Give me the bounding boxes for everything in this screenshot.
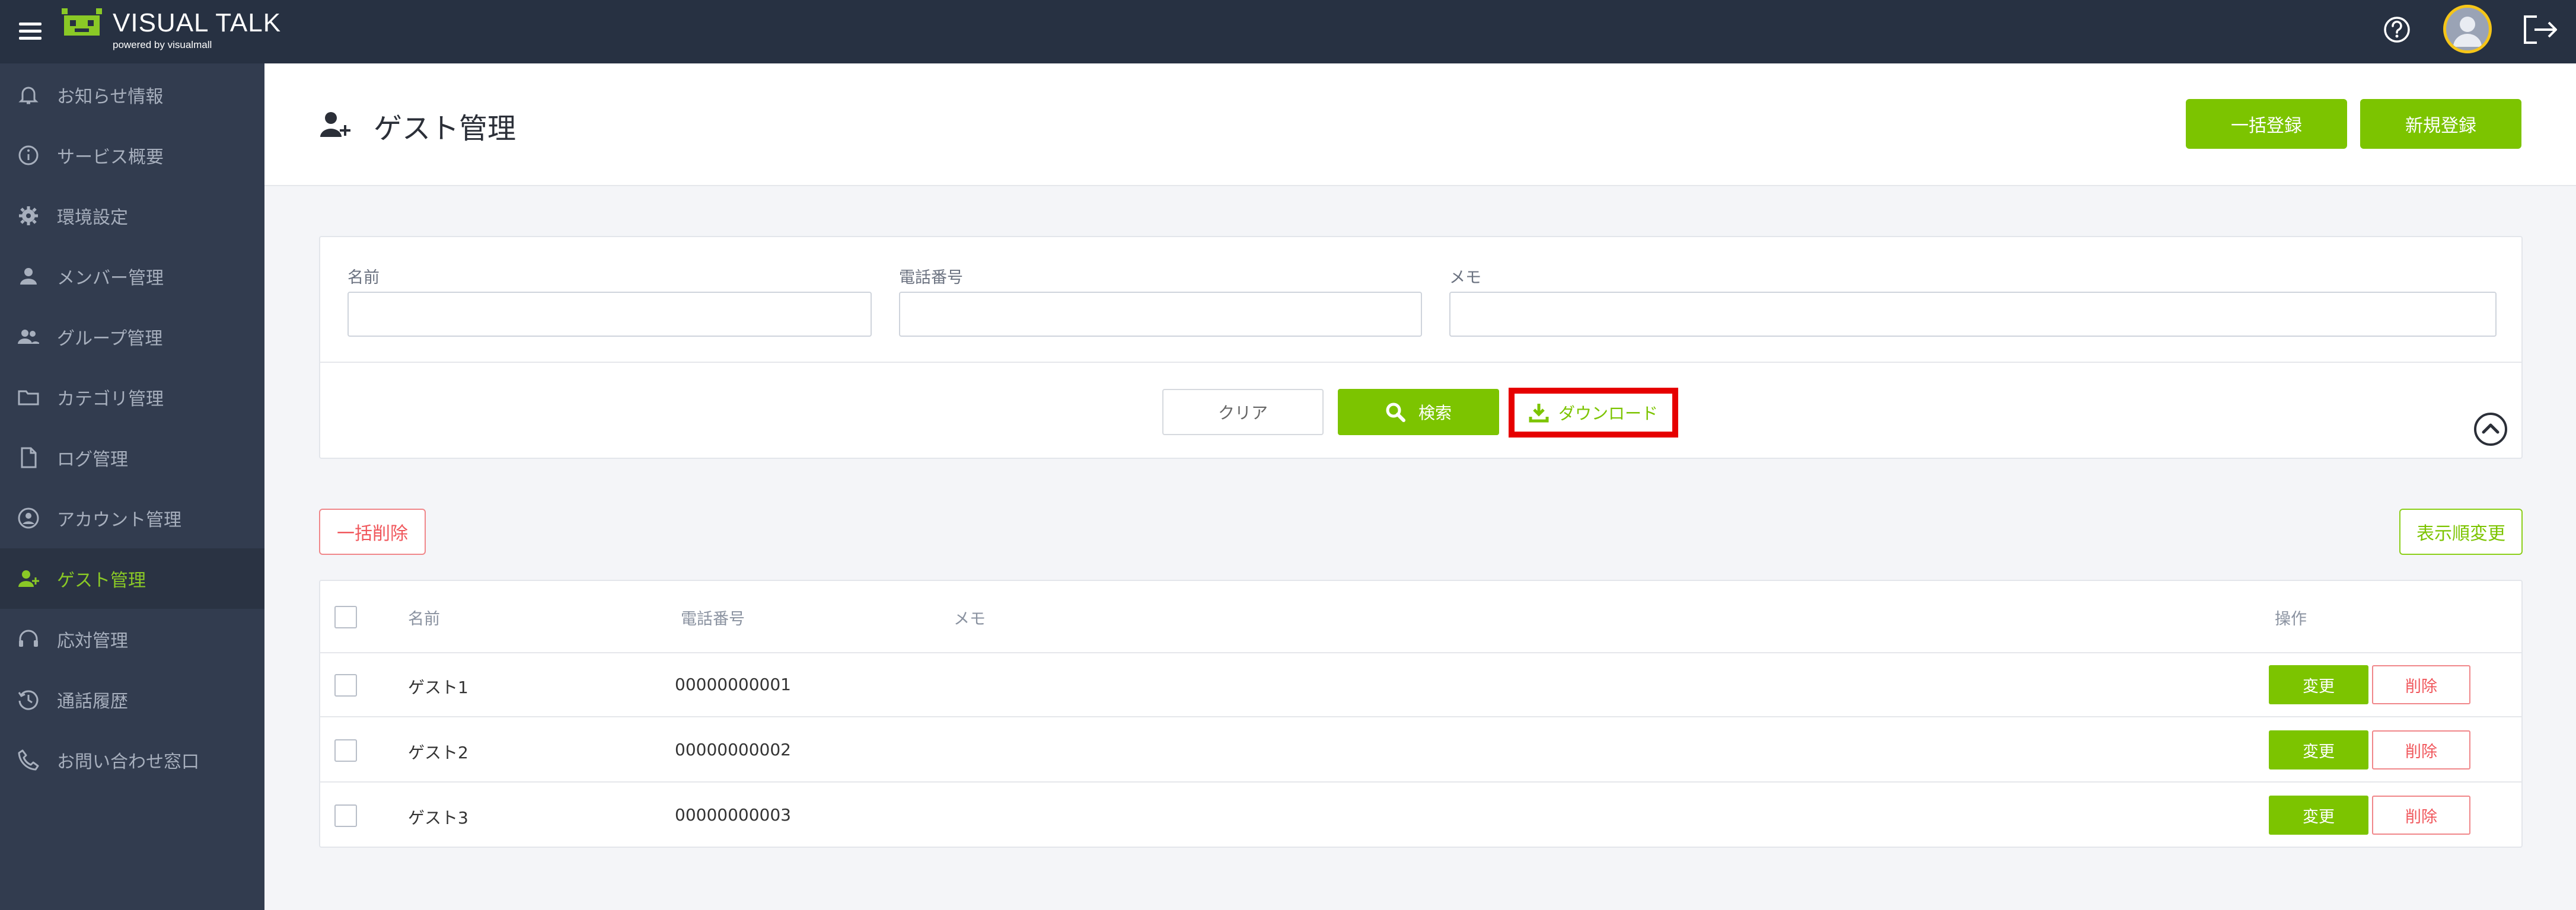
column-header-phone: 電話番号: [681, 610, 745, 628]
table-row: ゲスト2 00000000002 変更 削除: [320, 719, 2521, 783]
download-button[interactable]: ダウンロード: [1509, 388, 1678, 438]
top-header: VISUAL TALK powered by visualmall: [0, 0, 2576, 63]
sidebar-item-label: お知らせ情報: [57, 87, 164, 107]
hamburger-menu-icon[interactable]: [17, 18, 43, 44]
bulk-delete-button[interactable]: 一括削除: [319, 509, 426, 555]
sidebar-item-label: ゲスト管理: [57, 570, 146, 591]
memo-input[interactable]: [1449, 292, 2497, 337]
sidebar-item-contact[interactable]: お問い合わせ窓口: [0, 730, 264, 790]
sidebar-item-responses[interactable]: 応対管理: [0, 609, 264, 669]
reorder-button[interactable]: 表示順変更: [2399, 509, 2523, 555]
panel-divider: [320, 362, 2521, 363]
name-field-label: 名前: [347, 269, 380, 287]
account-circle-icon: [18, 507, 39, 529]
sidebar-item-guests[interactable]: ゲスト管理: [0, 548, 264, 609]
edit-button[interactable]: 変更: [2269, 665, 2368, 704]
delete-button[interactable]: 削除: [2372, 730, 2470, 769]
sidebar-item-settings[interactable]: 環境設定: [0, 186, 264, 246]
phone-field-label: 電話番号: [899, 269, 963, 287]
bulk-register-button[interactable]: 一括登録: [2186, 99, 2347, 149]
row-name: ゲスト2: [408, 743, 468, 762]
row-checkbox[interactable]: [334, 674, 357, 697]
row-phone: 00000000003: [675, 805, 791, 825]
person-icon: [20, 268, 37, 285]
clear-button[interactable]: クリア: [1162, 389, 1324, 435]
table-row: ゲスト1 00000000001 変更 削除: [320, 653, 2521, 717]
sidebar-item-logs[interactable]: ログ管理: [0, 427, 264, 488]
page-title: ゲスト管理: [374, 112, 517, 145]
column-header-actions: 操作: [2275, 610, 2307, 628]
new-register-button[interactable]: 新規登録: [2360, 99, 2521, 149]
bell-icon: [18, 87, 39, 104]
sidebar-item-label: お問い合わせ窓口: [57, 752, 199, 772]
document-icon: [21, 447, 37, 468]
brand-title: VISUAL TALK: [113, 8, 282, 37]
logo-mark-icon: [62, 8, 102, 36]
history-icon: [18, 690, 39, 710]
search-button-label: 検索: [1418, 403, 1452, 423]
chevron-up-icon[interactable]: [2473, 411, 2508, 447]
search-icon: [1386, 403, 1405, 422]
sidebar-item-groups[interactable]: グループ管理: [0, 306, 264, 367]
select-all-checkbox[interactable]: [334, 606, 357, 628]
gear-icon: [19, 206, 38, 225]
sidebar: お知らせ情報 サービス概要 環境設定 メンバー管理 グループ管理 カテゴリ管理 …: [0, 63, 264, 910]
edit-button[interactable]: 変更: [2269, 730, 2368, 769]
sidebar-item-accounts[interactable]: アカウント管理: [0, 488, 264, 548]
row-checkbox[interactable]: [334, 739, 357, 762]
headset-icon: [19, 630, 38, 647]
phone-icon: [18, 749, 39, 771]
sidebar-item-label: アカウント管理: [57, 510, 181, 531]
memo-field-label: メモ: [1449, 269, 1481, 287]
row-phone: 00000000002: [675, 740, 791, 759]
search-button[interactable]: 検索: [1338, 389, 1499, 435]
sidebar-item-label: 通話履歴: [57, 691, 128, 712]
column-header-memo: メモ: [954, 610, 986, 628]
person-add-icon: [18, 570, 39, 587]
search-panel: 名前 電話番号 メモ クリア 検索 ダウンロード: [319, 236, 2523, 459]
brand-logo[interactable]: VISUAL TALK powered by visualmall: [62, 4, 280, 57]
sidebar-item-notices[interactable]: お知らせ情報: [0, 65, 264, 125]
sidebar-item-categories[interactable]: カテゴリ管理: [0, 367, 264, 427]
user-avatar[interactable]: [2443, 5, 2492, 53]
row-phone: 00000000001: [675, 675, 791, 694]
logout-icon[interactable]: [2521, 13, 2559, 46]
person-add-icon: [320, 112, 350, 137]
sidebar-item-label: サービス概要: [57, 147, 164, 168]
sidebar-item-label: カテゴリ管理: [57, 389, 164, 410]
sidebar-item-service-overview[interactable]: サービス概要: [0, 125, 264, 186]
phone-input[interactable]: [899, 292, 1422, 337]
download-button-label: ダウンロード: [1558, 404, 1658, 423]
brand-subtitle: powered by visualmall: [113, 39, 212, 50]
folder-icon: [18, 390, 39, 405]
guest-table: 名前 電話番号 メモ 操作 ゲスト1 00000000001 変更 削除 ゲスト…: [319, 580, 2523, 848]
person-icon: [2453, 17, 2482, 47]
sidebar-item-label: ログ管理: [57, 449, 128, 470]
name-input[interactable]: [347, 292, 872, 337]
sidebar-item-label: 応対管理: [57, 631, 128, 652]
row-checkbox[interactable]: [334, 804, 357, 827]
question-circle-icon[interactable]: [2383, 15, 2411, 44]
delete-button[interactable]: 削除: [2372, 796, 2470, 835]
sidebar-item-label: グループ管理: [57, 328, 163, 349]
row-name: ゲスト3: [408, 808, 468, 828]
table-row: ゲスト3 00000000003 変更 削除: [320, 784, 2521, 848]
page-header: ゲスト管理 一括登録 新規登録: [264, 63, 2576, 186]
edit-button[interactable]: 変更: [2269, 796, 2368, 835]
sidebar-item-label: メンバー管理: [57, 268, 164, 289]
sidebar-item-members[interactable]: メンバー管理: [0, 246, 264, 306]
row-name: ゲスト1: [408, 678, 468, 697]
sidebar-item-call-history[interactable]: 通話履歴: [0, 669, 264, 730]
group-icon: [18, 330, 39, 344]
download-icon: [1529, 404, 1549, 423]
column-header-name: 名前: [408, 610, 440, 628]
table-header-row: 名前 電話番号 メモ 操作: [320, 581, 2521, 653]
info-icon: [18, 145, 39, 165]
sidebar-item-label: 環境設定: [57, 207, 128, 228]
delete-button[interactable]: 削除: [2372, 665, 2470, 704]
